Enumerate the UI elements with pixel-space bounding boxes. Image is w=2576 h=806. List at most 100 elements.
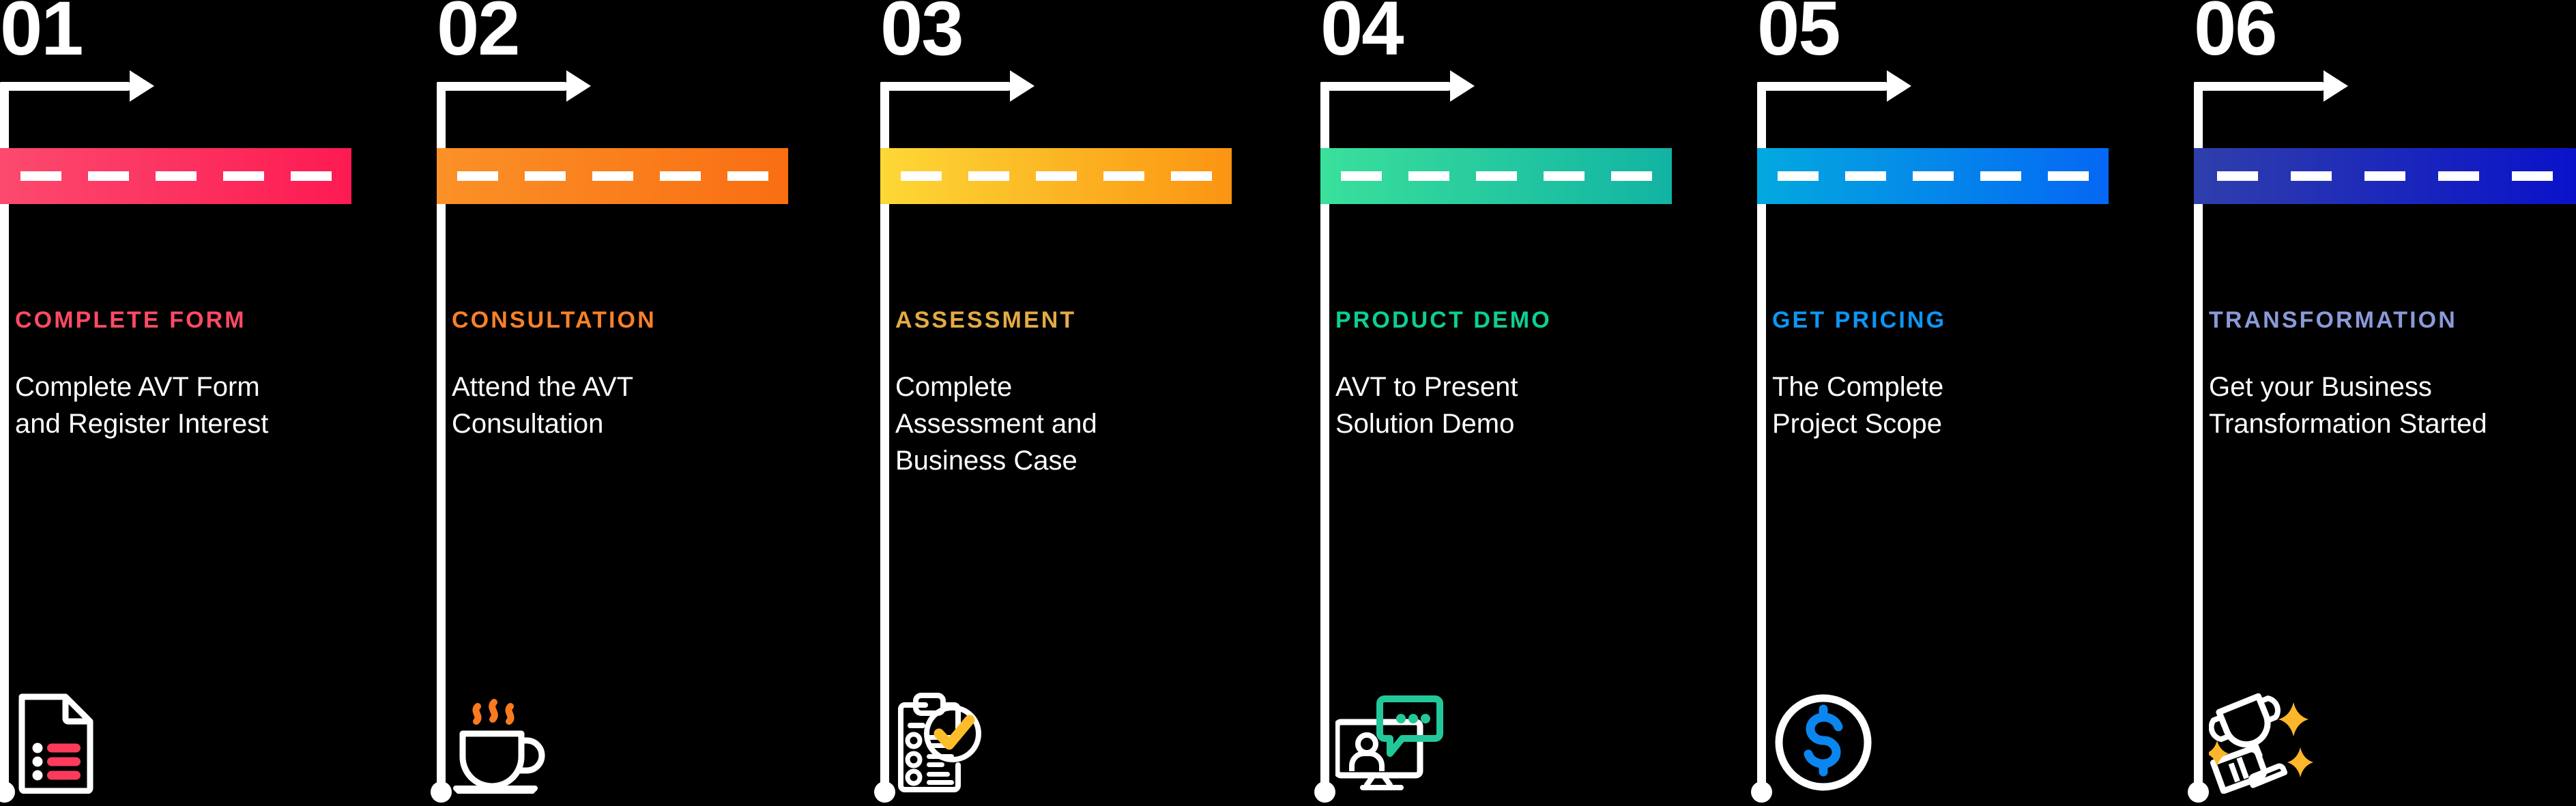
step-description-line: Complete AVT Form (15, 372, 260, 402)
step-rail-dot (431, 781, 452, 803)
band-dash (524, 171, 566, 181)
band-dash (1912, 171, 1954, 181)
process-step: 05 GET PRICING The Complete Project Scope (1751, 0, 2109, 806)
document-list-icon (15, 691, 97, 794)
step-description-line: The Complete (1772, 372, 1944, 402)
step-description: Attend the AVT Consultation (452, 369, 779, 442)
step-label: PRODUCT DEMO (1335, 307, 1552, 333)
band-dash (900, 171, 942, 181)
band-dash (659, 171, 701, 181)
band-dash (1475, 171, 1517, 181)
step-arrow-shaft (880, 82, 1010, 91)
band-dash (1103, 171, 1144, 181)
step-rail-dot (1751, 781, 1772, 803)
step-band-dashes (1320, 171, 1672, 181)
band-dash (1777, 171, 1819, 181)
step-description-line: and Register Interest (15, 409, 269, 439)
step-arrow-shaft (0, 82, 130, 91)
band-dash (727, 171, 768, 181)
monitor-chat-icon (1335, 695, 1445, 794)
step-description-line: Transformation Started (2209, 409, 2487, 439)
step-description: Get your Business Transformation Started (2209, 369, 2576, 442)
process-step: 01 COMPLETE FORM Complete AVT Form and Regi… (0, 0, 351, 806)
step-band-dashes (1757, 171, 2109, 181)
step-band-dashes (880, 171, 1232, 181)
step-arrow-head (1450, 70, 1475, 102)
band-dash (290, 171, 332, 181)
step-band-dashes (437, 171, 788, 181)
step-rail-dot (0, 781, 15, 803)
step-number: 01 (0, 0, 84, 71)
band-dash (2217, 171, 2258, 181)
step-description-line: Project Scope (1772, 409, 1943, 439)
band-dash (87, 171, 129, 181)
step-arrow-head (1887, 70, 1911, 102)
band-dash (1408, 171, 1449, 181)
step-label: CONSULTATION (452, 307, 656, 333)
process-step: 04 PRODUCT DEMO AVT to Present Solution Dem… (1314, 0, 1672, 806)
band-dash (457, 171, 498, 181)
step-arrow-shaft (1757, 82, 1887, 91)
step-description-line: Assessment and (895, 409, 1097, 439)
band-dash (2291, 171, 2332, 181)
band-dash (2512, 171, 2553, 181)
step-description: The Complete Project Scope (1772, 369, 2100, 442)
band-dash (592, 171, 633, 181)
coffee-cup-icon (452, 698, 547, 794)
step-arrow-head (130, 70, 154, 102)
step-number: 04 (1320, 0, 1404, 71)
process-timeline-diagram: 01 COMPLETE FORM Complete AVT Form and Regi… (0, 0, 2576, 806)
process-step: 02 CONSULTATION Attend the AVT Consultation (431, 0, 788, 806)
band-dash (2047, 171, 2089, 181)
step-arrow-head (1010, 70, 1034, 102)
process-step: 03 ASSESSMENT Complete Assessment and Busine… (874, 0, 1232, 806)
step-description-line: Get your Business (2209, 372, 2432, 402)
band-dash (155, 171, 197, 181)
step-arrow-head (2324, 70, 2348, 102)
step-rail-dot (874, 781, 895, 803)
band-dash (2364, 171, 2405, 181)
step-label: TRANSFORMATION (2209, 307, 2457, 333)
step-description-line: Solution Demo (1335, 409, 1515, 439)
band-dash (1610, 171, 1652, 181)
step-band-dashes (0, 171, 351, 181)
band-dash (1543, 171, 1584, 181)
step-description: Complete Assessment and Business Case (895, 369, 1223, 479)
step-label: GET PRICING (1772, 307, 1947, 333)
step-color-band (0, 148, 351, 204)
step-number: 06 (2194, 0, 2278, 71)
step-arrow-shaft (2194, 82, 2324, 91)
band-dash (968, 171, 1009, 181)
band-dash (1340, 171, 1382, 181)
step-color-band (880, 148, 1232, 204)
process-step: 06 TRANSFORMATION Get your Business Transfo… (2188, 0, 2576, 806)
step-band-dashes (2194, 171, 2576, 181)
step-rail-dot (2188, 781, 2209, 803)
band-dash (222, 171, 264, 181)
step-color-band (437, 148, 788, 204)
step-description-line: AVT to Present (1335, 372, 1518, 402)
step-arrow-head (566, 70, 591, 102)
step-label: ASSESSMENT (895, 307, 1077, 333)
band-dash (2438, 171, 2479, 181)
step-color-band (1320, 148, 1672, 204)
band-dash (1980, 171, 2021, 181)
step-description-line: Consultation (452, 409, 604, 439)
step-arrow-shaft (1320, 82, 1450, 91)
step-color-band (2194, 148, 2576, 204)
step-description-line: Attend the AVT (452, 372, 634, 402)
step-color-band (1757, 148, 2109, 204)
band-dash (1035, 171, 1077, 181)
dollar-circle-icon (1772, 691, 1875, 794)
step-description-line: Business Case (895, 446, 1077, 476)
band-dash (1170, 171, 1212, 181)
band-dash (1844, 171, 1886, 181)
step-arrow-shaft (437, 82, 566, 91)
trophy-sparkle-icon (2209, 691, 2321, 794)
step-description: AVT to Present Solution Demo (1335, 369, 1663, 442)
step-description-line: Complete (895, 372, 1013, 402)
step-number: 03 (880, 0, 964, 71)
step-number: 02 (437, 0, 521, 71)
clipboard-check-icon (895, 691, 991, 794)
step-label: COMPLETE FORM (15, 307, 246, 333)
